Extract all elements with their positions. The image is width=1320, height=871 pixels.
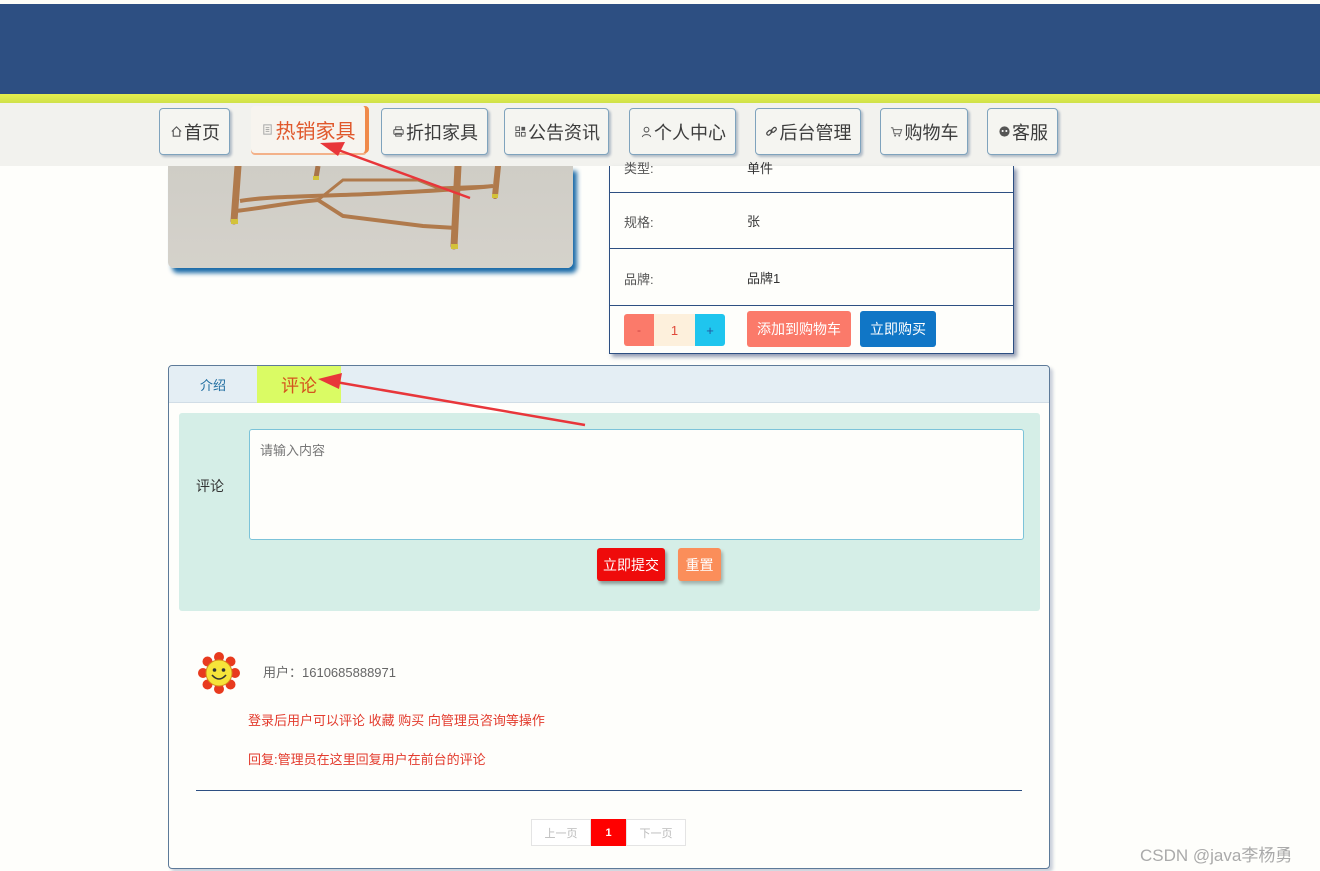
comment-form: 评论 请输入内容 立即提交 重置	[179, 413, 1040, 611]
nav-item-label: 个人中心	[654, 122, 726, 143]
prev-page-button[interactable]: 上一页	[531, 819, 591, 846]
add-to-cart-button[interactable]: 添加到购物车	[747, 311, 851, 347]
info-key: 规格:	[624, 215, 654, 230]
home-icon	[169, 125, 183, 139]
nav-item-personal-center[interactable]: 个人中心	[629, 108, 736, 155]
nav-item-customer-service[interactable]: 客服	[987, 108, 1058, 155]
grid-icon	[513, 125, 527, 139]
link-icon	[765, 125, 779, 139]
info-key: 品牌:	[624, 272, 654, 287]
header-banner	[0, 4, 1320, 94]
nav-item-hot-furniture[interactable]: 热销家具	[251, 106, 367, 153]
header-accent-stripe	[0, 94, 1320, 103]
nav-item-label: 热销家具	[275, 121, 356, 143]
nav-item-home[interactable]: 首页	[159, 108, 230, 155]
pagination: 上一页 1 下一页	[531, 819, 686, 846]
next-page-button[interactable]: 下一页	[626, 819, 686, 846]
nav-item-discount-furniture[interactable]: 折扣家具	[381, 108, 488, 155]
cart-icon	[890, 125, 904, 139]
nav-item-announcements[interactable]: 公告资讯	[504, 108, 609, 155]
document-icon	[261, 123, 275, 137]
tab-bar: 介绍 评论	[169, 366, 1049, 403]
comment-content: 登录后用户可以评论 收藏 购买 向管理员咨询等操作	[248, 713, 545, 728]
nav-item-label: 购物车	[904, 122, 959, 143]
info-value: 张	[747, 214, 761, 229]
comment-textarea[interactable]: 请输入内容	[249, 429, 1024, 540]
info-key: 类型:	[624, 161, 654, 176]
tab-comment[interactable]: 评论	[257, 366, 341, 403]
detail-tabs-panel: 介绍 评论 评论 请输入内容 立即提交 重置 用户：1610685888971 …	[168, 365, 1050, 869]
printer-icon	[391, 125, 405, 139]
tab-intro[interactable]: 介绍	[169, 366, 257, 403]
user-icon	[639, 125, 653, 139]
comment-label: 评论	[196, 478, 224, 494]
divider	[196, 790, 1022, 791]
nav-item-label: 后台管理	[779, 122, 852, 143]
quantity-input[interactable]: 1	[654, 314, 695, 346]
chair-image	[230, 166, 501, 250]
quantity-increase-button[interactable]: +	[695, 314, 725, 346]
product-image	[168, 166, 573, 268]
chat-icon	[997, 125, 1011, 139]
nav-item-label: 折扣家具	[406, 122, 478, 143]
buy-now-button[interactable]: 立即购买	[860, 311, 936, 347]
comment-username: 用户：1610685888971	[263, 665, 396, 680]
quantity-decrease-button[interactable]: -	[624, 314, 654, 346]
nav-item-label: 公告资讯	[528, 122, 600, 143]
info-row-spec: 规格: 张	[610, 193, 1013, 249]
comment-reply: 回复:管理员在这里回复用户在前台的评论	[248, 752, 486, 767]
info-row-type: 类型: 单件	[610, 161, 1013, 193]
nav-item-label: 客服	[1012, 122, 1048, 143]
nav-item-admin[interactable]: 后台管理	[755, 108, 861, 155]
submit-comment-button[interactable]: 立即提交	[597, 548, 665, 581]
info-row-brand: 品牌: 品牌1	[610, 249, 1013, 306]
info-value: 品牌1	[747, 271, 781, 286]
reset-button[interactable]: 重置	[678, 548, 721, 581]
avatar	[197, 651, 241, 695]
info-value: 单件	[747, 161, 774, 176]
nav-item-cart[interactable]: 购物车	[880, 108, 968, 155]
nav-item-label: 首页	[184, 122, 220, 143]
watermark: CSDN @java李杨勇	[1140, 846, 1293, 865]
page-number-current[interactable]: 1	[591, 819, 626, 846]
